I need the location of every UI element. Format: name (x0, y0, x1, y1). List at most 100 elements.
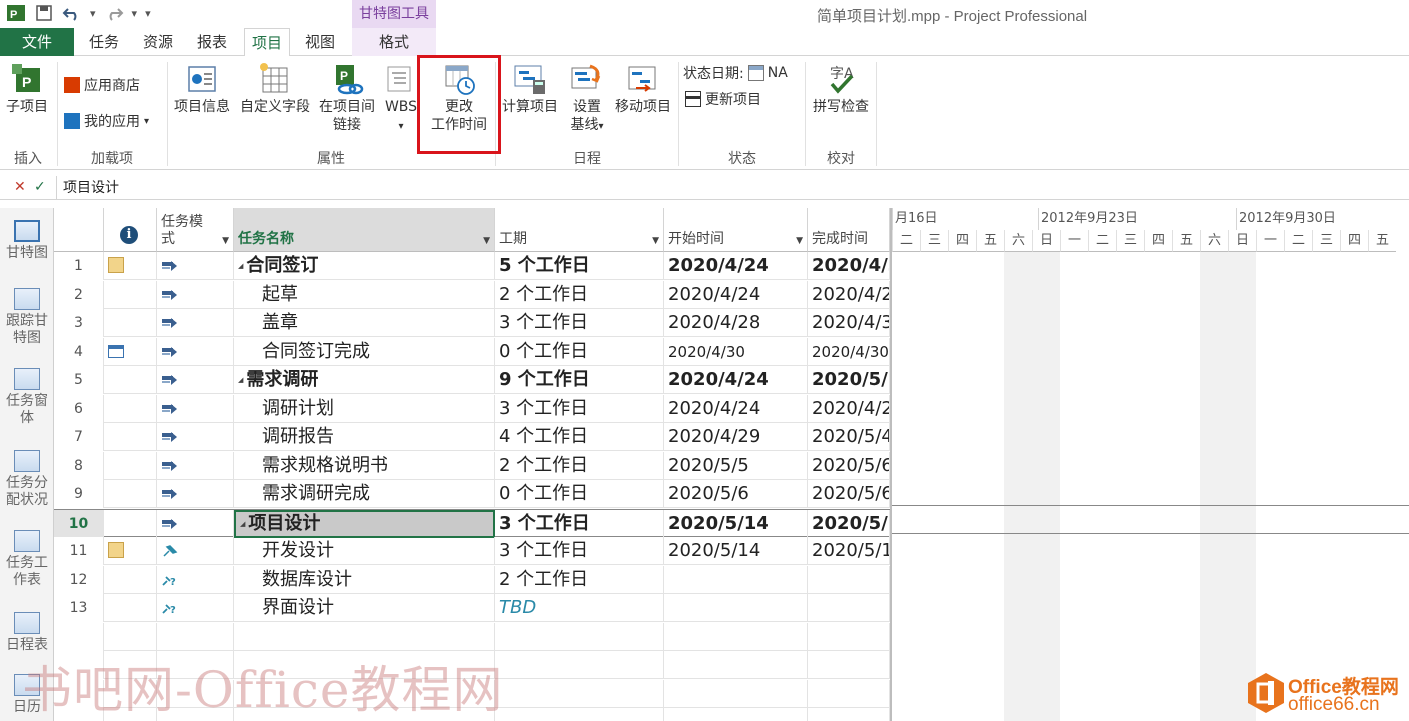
table-row[interactable]: 10◢项目设计3 个工作日2020/5/142020/5/1 (54, 508, 890, 538)
duration-cell[interactable]: 2 个工作日 (495, 565, 664, 594)
redo-icon[interactable] (104, 3, 124, 23)
finish-cell[interactable]: 2020/4/2 (808, 394, 890, 423)
header-finish[interactable]: 完成时间 (808, 208, 890, 252)
start-cell[interactable] (664, 594, 808, 622)
duration-cell[interactable]: 4 个工作日 (495, 423, 664, 451)
task-name-cell[interactable]: 数据库设计 (234, 565, 495, 594)
table-row[interactable]: 1◢合同签订5 个工作日2020/4/242020/4/3 (54, 252, 890, 280)
accept-entry-icon[interactable]: ✓ (34, 179, 46, 195)
task-name-cell[interactable]: ◢ 合同签订 (234, 252, 495, 280)
indicator-cell[interactable] (104, 565, 157, 594)
tab-resource[interactable]: 资源 (136, 28, 180, 56)
note-icon[interactable] (108, 257, 124, 273)
row-id-cell[interactable]: 11 (54, 537, 104, 565)
task-mode-cell[interactable] (157, 451, 234, 480)
duration-cell[interactable]: 2 个工作日 (495, 451, 664, 480)
table-row[interactable]: 3 盖章 3 个工作日 2020/4/28 2020/4/3 (54, 309, 890, 337)
row-id-cell[interactable]: 7 (54, 423, 104, 451)
table-row[interactable]: 7 调研报告 4 个工作日 2020/4/29 2020/5/4 (54, 423, 890, 451)
indicator-cell[interactable] (104, 366, 157, 394)
duration-cell[interactable] (495, 708, 664, 721)
finish-cell[interactable]: 2020/5/( (808, 366, 890, 394)
task-name-cell[interactable]: 需求调研完成 (234, 480, 495, 508)
finish-cell[interactable]: 2020/5/4 (808, 423, 890, 451)
indicator-cell[interactable] (104, 394, 157, 423)
table-row[interactable]: 11 开发设计 3 个工作日 2020/5/14 2020/5/1 (54, 537, 890, 565)
finish-cell[interactable]: 2020/4/3 (808, 309, 890, 337)
start-cell[interactable] (664, 708, 808, 721)
row-id-cell[interactable]: 10 (54, 509, 104, 538)
row-id-cell[interactable]: 3 (54, 309, 104, 337)
cancel-entry-icon[interactable]: ✕ (14, 179, 26, 195)
task-name-cell[interactable]: 需求规格说明书 (234, 451, 495, 480)
table-row[interactable]: 2 起草 2 个工作日 2020/4/24 2020/4/2 (54, 280, 890, 309)
links-between-projects-button[interactable]: P 在项目间 链接 (314, 62, 380, 134)
collapse-triangle-icon[interactable]: ◢ (240, 520, 245, 528)
start-cell[interactable]: 2020/5/6 (664, 480, 808, 508)
task-mode-cell[interactable] (157, 309, 234, 337)
row-id-cell[interactable]: 8 (54, 451, 104, 480)
task-mode-cell[interactable] (157, 423, 234, 451)
task-name-cell[interactable]: 开发设计 (234, 537, 495, 565)
finish-cell[interactable]: 2020/5/1 (808, 509, 890, 538)
finish-cell[interactable]: 2020/5/1 (808, 537, 890, 565)
view-task-form[interactable]: 任务窗 体 (0, 368, 54, 427)
task-name-cell[interactable]: 调研计划 (234, 394, 495, 423)
duration-cell[interactable]: TBD (495, 594, 664, 622)
task-name-cell[interactable]: ◢ 需求调研 (234, 366, 495, 394)
duration-cell[interactable]: 2 个工作日 (495, 280, 664, 309)
duration-cell[interactable]: 3 个工作日 (495, 509, 664, 538)
indicator-cell[interactable] (104, 622, 157, 651)
start-cell[interactable]: 2020/5/14 (664, 509, 808, 538)
indicator-cell[interactable] (104, 451, 157, 480)
task-mode-cell[interactable] (157, 366, 234, 394)
update-project-button[interactable]: 更新项目 (685, 88, 761, 110)
row-id-cell[interactable]: 1 (54, 252, 104, 280)
task-mode-cell[interactable] (157, 280, 234, 309)
wbs-button[interactable]: WBS ▾ (382, 62, 420, 136)
row-id-cell[interactable]: 6 (54, 394, 104, 423)
view-gantt-chart[interactable]: 甘特图 (0, 220, 54, 262)
row-id-cell[interactable]: 5 (54, 366, 104, 394)
view-tracking-gantt[interactable]: 跟踪甘 特图 (0, 288, 54, 347)
task-mode-cell[interactable] (157, 480, 234, 508)
indicator-cell[interactable] (104, 423, 157, 451)
task-mode-cell[interactable] (157, 394, 234, 423)
header-duration[interactable]: 工期 ▼ (495, 208, 664, 252)
view-task-usage[interactable]: 任务分 配状况 (0, 450, 54, 509)
filter-dropdown-icon[interactable]: ▼ (222, 236, 229, 246)
finish-cell[interactable]: 2020/5/6 (808, 480, 890, 508)
duration-cell[interactable]: 0 个工作日 (495, 337, 664, 366)
duration-cell[interactable] (495, 651, 664, 679)
tab-file[interactable]: 文件 (0, 28, 74, 56)
task-name-cell[interactable] (234, 622, 495, 651)
table-row[interactable]: 9 需求调研完成 0 个工作日 2020/5/6 2020/5/6 (54, 480, 890, 508)
row-id-cell[interactable] (54, 622, 104, 651)
duration-cell[interactable] (495, 622, 664, 651)
redo-dropdown-icon[interactable]: ▾ (132, 7, 138, 20)
duration-cell[interactable]: 3 个工作日 (495, 394, 664, 423)
spell-check-button[interactable]: 字A 拼写检查 (808, 62, 874, 116)
start-cell[interactable]: 2020/5/5 (664, 451, 808, 480)
task-mode-cell[interactable] (157, 622, 234, 651)
start-cell[interactable]: 2020/5/14 (664, 537, 808, 565)
duration-cell[interactable]: 0 个工作日 (495, 480, 664, 508)
table-row[interactable] (54, 622, 890, 651)
start-cell[interactable]: 2020/4/30 (664, 337, 808, 366)
duration-cell[interactable] (495, 679, 664, 708)
finish-cell[interactable] (808, 679, 890, 708)
filter-dropdown-icon[interactable]: ▼ (796, 236, 803, 246)
finish-cell[interactable] (808, 594, 890, 622)
table-row[interactable]: 12? 数据库设计 2 个工作日 (54, 565, 890, 594)
indicator-cell[interactable] (104, 594, 157, 622)
finish-cell[interactable] (808, 708, 890, 721)
indicator-cell[interactable] (104, 309, 157, 337)
tab-report[interactable]: 报表 (190, 28, 234, 56)
finish-cell[interactable]: 2020/4/2 (808, 280, 890, 309)
indicator-cell[interactable] (104, 337, 157, 366)
task-name-cell[interactable]: 盖章 (234, 309, 495, 337)
app-store-button[interactable]: 应用商店 (64, 74, 140, 96)
status-date-button[interactable]: 状态日期: NA (683, 62, 788, 84)
start-cell[interactable] (664, 679, 808, 708)
indicator-cell[interactable] (104, 480, 157, 508)
